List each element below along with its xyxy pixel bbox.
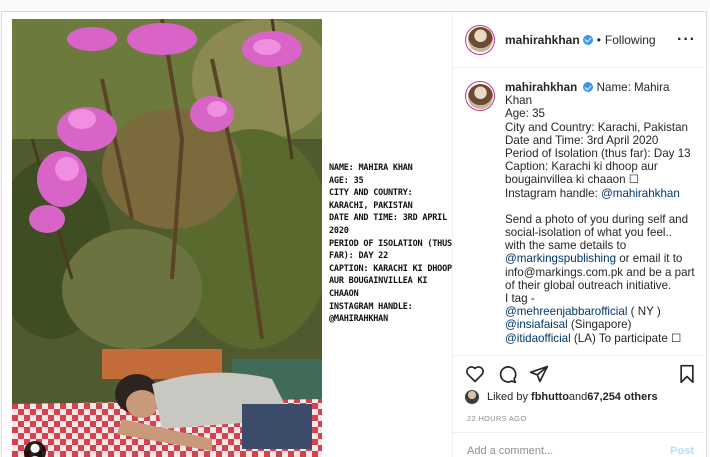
markings-link[interactable]: @markingspublishing bbox=[505, 252, 616, 265]
tag-link[interactable]: @itidaofficial bbox=[505, 332, 571, 345]
caption-username[interactable]: mahirahkhan bbox=[505, 81, 577, 94]
avatar[interactable] bbox=[465, 24, 495, 55]
share-icon[interactable] bbox=[529, 364, 549, 384]
post-media: NAME: MAHIRA KHAN AGE: 35 CITY AND COUNT… bbox=[2, 12, 452, 457]
comment-form: Post bbox=[453, 432, 708, 457]
liker-username[interactable]: fbhutto bbox=[531, 391, 569, 403]
likes-middle: and bbox=[568, 391, 588, 403]
verified-badge-icon bbox=[582, 34, 593, 45]
overlay-line: DATE AND TIME: 3RD APRIL 2020 bbox=[329, 213, 448, 236]
comment-input[interactable] bbox=[467, 445, 671, 457]
tag-suffix: (LA) To participate ☐ bbox=[570, 331, 682, 345]
separator-dot: • bbox=[596, 32, 601, 47]
caption-line: Instagram handle: bbox=[505, 186, 602, 200]
overlay-line: PERIOD OF ISOLATION (THUS FAR): DAY 22 bbox=[329, 238, 452, 262]
overlay-line: CAPTION: KARACHI KI DHOOP AUR BOUGAINVIL… bbox=[329, 263, 452, 299]
caption-line: Date and Time: 3rd April 2020 bbox=[505, 133, 659, 147]
likes-summary: Liked by fbhutto and 67,254 others bbox=[465, 390, 658, 404]
post-header: mahirahkhan • Following ··· bbox=[453, 12, 708, 68]
image-caption-overlay: NAME: MAHIRA KHAN AGE: 35 CITY AND COUNT… bbox=[329, 162, 452, 326]
tag-suffix: (Singapore) bbox=[567, 318, 632, 332]
post-container: NAME: MAHIRA KHAN AGE: 35 CITY AND COUNT… bbox=[1, 11, 708, 457]
overlay-line: INSTAGRAM HANDLE: @MAHIRAHKHAN bbox=[329, 301, 413, 325]
liker-avatar[interactable] bbox=[465, 390, 479, 404]
more-options-icon[interactable]: ··· bbox=[677, 31, 696, 49]
overlay-line: AGE: 35 bbox=[329, 175, 364, 186]
overlay-line: NAME: MAHIRA KHAN bbox=[329, 163, 413, 173]
likes-prefix: Liked by bbox=[487, 391, 528, 403]
caption-paragraph: Send a photo of you during self and soci… bbox=[505, 212, 689, 253]
caption-area: mahirahkhan Name: Mahira Khan Age: 35 Ci… bbox=[453, 69, 708, 348]
caption-avatar[interactable] bbox=[465, 81, 495, 111]
header-username[interactable]: mahirahkhan bbox=[505, 33, 580, 47]
caption-text: mahirahkhan Name: Mahira Khan Age: 35 Ci… bbox=[505, 81, 695, 345]
caption-line: Age: 35 bbox=[505, 107, 545, 121]
action-bar bbox=[453, 355, 708, 391]
caption-line: Caption: Karachi ki dhoop aur bougainvil… bbox=[505, 160, 658, 187]
heart-icon[interactable] bbox=[465, 364, 485, 384]
caption-line: City and Country: Karachi, Pakistan bbox=[505, 120, 689, 134]
tag-link[interactable]: @insiafaisal bbox=[505, 318, 568, 331]
post-timestamp[interactable]: 22 HOURS AGO bbox=[467, 414, 526, 423]
post-photo[interactable] bbox=[12, 19, 322, 457]
likes-count[interactable]: 67,254 others bbox=[587, 391, 657, 403]
user-tag-icon[interactable] bbox=[24, 441, 46, 457]
bookmark-icon[interactable] bbox=[678, 364, 696, 384]
overlay-line: CITY AND COUNTRY: KARACHI, PAKISTAN bbox=[329, 188, 413, 211]
caption-line: Period of Isolation (thus far): Day 13 bbox=[505, 147, 691, 161]
tag-link[interactable]: @mehreenjabbarofficial bbox=[505, 305, 627, 318]
tag-label: I tag - bbox=[505, 292, 535, 306]
post-sidebar: mahirahkhan • Following ··· mahirahkhan … bbox=[452, 12, 708, 457]
post-comment-button[interactable]: Post bbox=[670, 445, 694, 457]
following-button[interactable]: Following bbox=[605, 33, 656, 47]
handle-link[interactable]: @mahirahkhan bbox=[601, 187, 680, 200]
verified-badge-icon bbox=[583, 82, 594, 92]
comment-icon[interactable] bbox=[497, 364, 517, 384]
tag-suffix: ( NY ) bbox=[627, 305, 661, 319]
